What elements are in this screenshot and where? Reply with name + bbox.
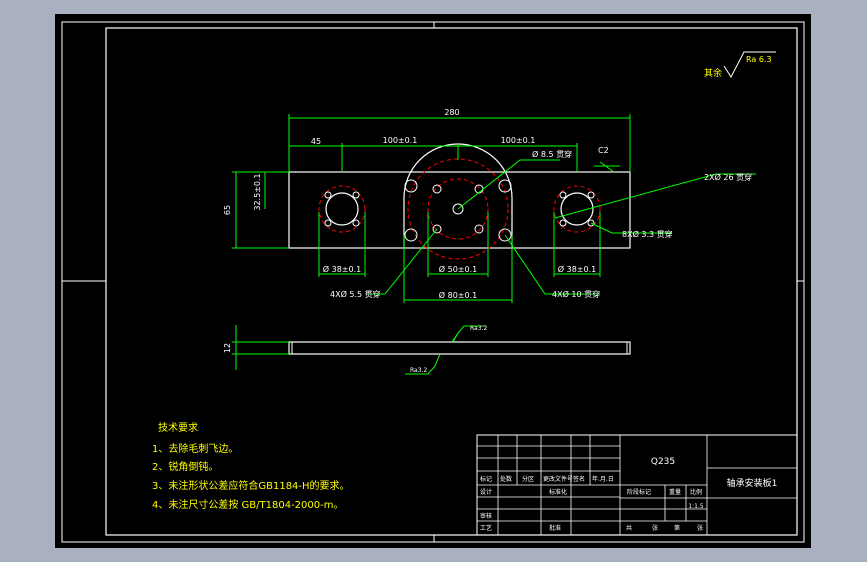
dim-left-offset: 45 [311, 137, 321, 146]
roughness-bottom: Ra3.2 [410, 367, 427, 374]
tb-label-date: 年.月.日 [592, 475, 614, 483]
tb-label-weight: 重量 [669, 488, 681, 496]
tb-label-change-doc: 更改文件号 [543, 475, 573, 483]
tb-label-sheet: 张 [652, 524, 658, 532]
tb-label-approve: 批准 [549, 524, 561, 532]
cad-drawing-canvas: 其余 Ra 6.3 280 45 100±0.1 100±0.1 Ø 8.5 贯… [55, 14, 811, 548]
dim-center-circle: Ø 50±0.1 [439, 264, 477, 274]
tb-label-review: 审核 [480, 512, 492, 520]
dim-center-holes: Ø 8.5 贯穿 [532, 149, 572, 159]
tech-item: 2、锐角倒钝。 [152, 460, 218, 473]
tb-label-zone: 分区 [522, 475, 534, 483]
dim-span-left: 100±0.1 [383, 136, 418, 145]
dim-bearing-bore: 2XØ 26 贯穿 [704, 172, 752, 182]
roughness-prefix: 其余 [704, 67, 722, 79]
roughness-value: Ra 6.3 [746, 55, 772, 64]
tb-label-total: 共 [626, 524, 632, 532]
tb-label-design: 设计 [480, 488, 492, 496]
tech-item: 3、未注形状公差应符合GB1184-H的要求。 [152, 479, 350, 492]
tb-label-sheet-2: 张 [697, 524, 703, 532]
dim-right-circle: Ø 38±0.1 [558, 264, 596, 274]
dim-height-total: 65 [223, 205, 232, 215]
tech-title: 技术要求 [158, 421, 198, 434]
scale-value: 1:1.5 [688, 503, 704, 510]
dim-right-four-holes: 4XØ 10 贯穿 [552, 289, 600, 299]
tb-label-stage-mark: 阶段标记 [627, 488, 651, 496]
material-label: Q235 [651, 457, 675, 467]
tb-label-number: 第 [674, 524, 680, 532]
dim-small-holes: 8XØ 3.3 贯穿 [622, 229, 673, 239]
tech-item: 4、未注尺寸公差按 GB/T1804-2000-m。 [152, 498, 343, 511]
dim-left-circle: Ø 38±0.1 [323, 264, 361, 274]
dim-overall-length: 280 [444, 108, 459, 117]
dim-chamfer: C2 [598, 146, 609, 155]
dim-left-four-holes: 4XØ 5.5 贯穿 [330, 289, 381, 299]
dim-span-right: 100±0.1 [501, 136, 536, 145]
tb-label-standardize: 标准化 [549, 488, 567, 496]
tb-label-count: 处数 [500, 475, 512, 483]
tech-item: 1、去除毛刺飞边。 [152, 442, 238, 455]
tb-label-signature: 签名 [573, 475, 585, 483]
part-name: 轴承安装板1 [727, 477, 778, 489]
tb-label-process: 工艺 [480, 524, 492, 532]
roughness-top: Ra3.2 [470, 325, 487, 332]
tb-label-mark: 标记 [480, 475, 492, 483]
tb-label-ratio: 比例 [690, 488, 702, 496]
dim-outer-circle: Ø 80±0.1 [439, 290, 477, 300]
dim-height-half: 32.5±0.1 [253, 173, 262, 210]
dim-thickness: 12 [223, 343, 232, 353]
